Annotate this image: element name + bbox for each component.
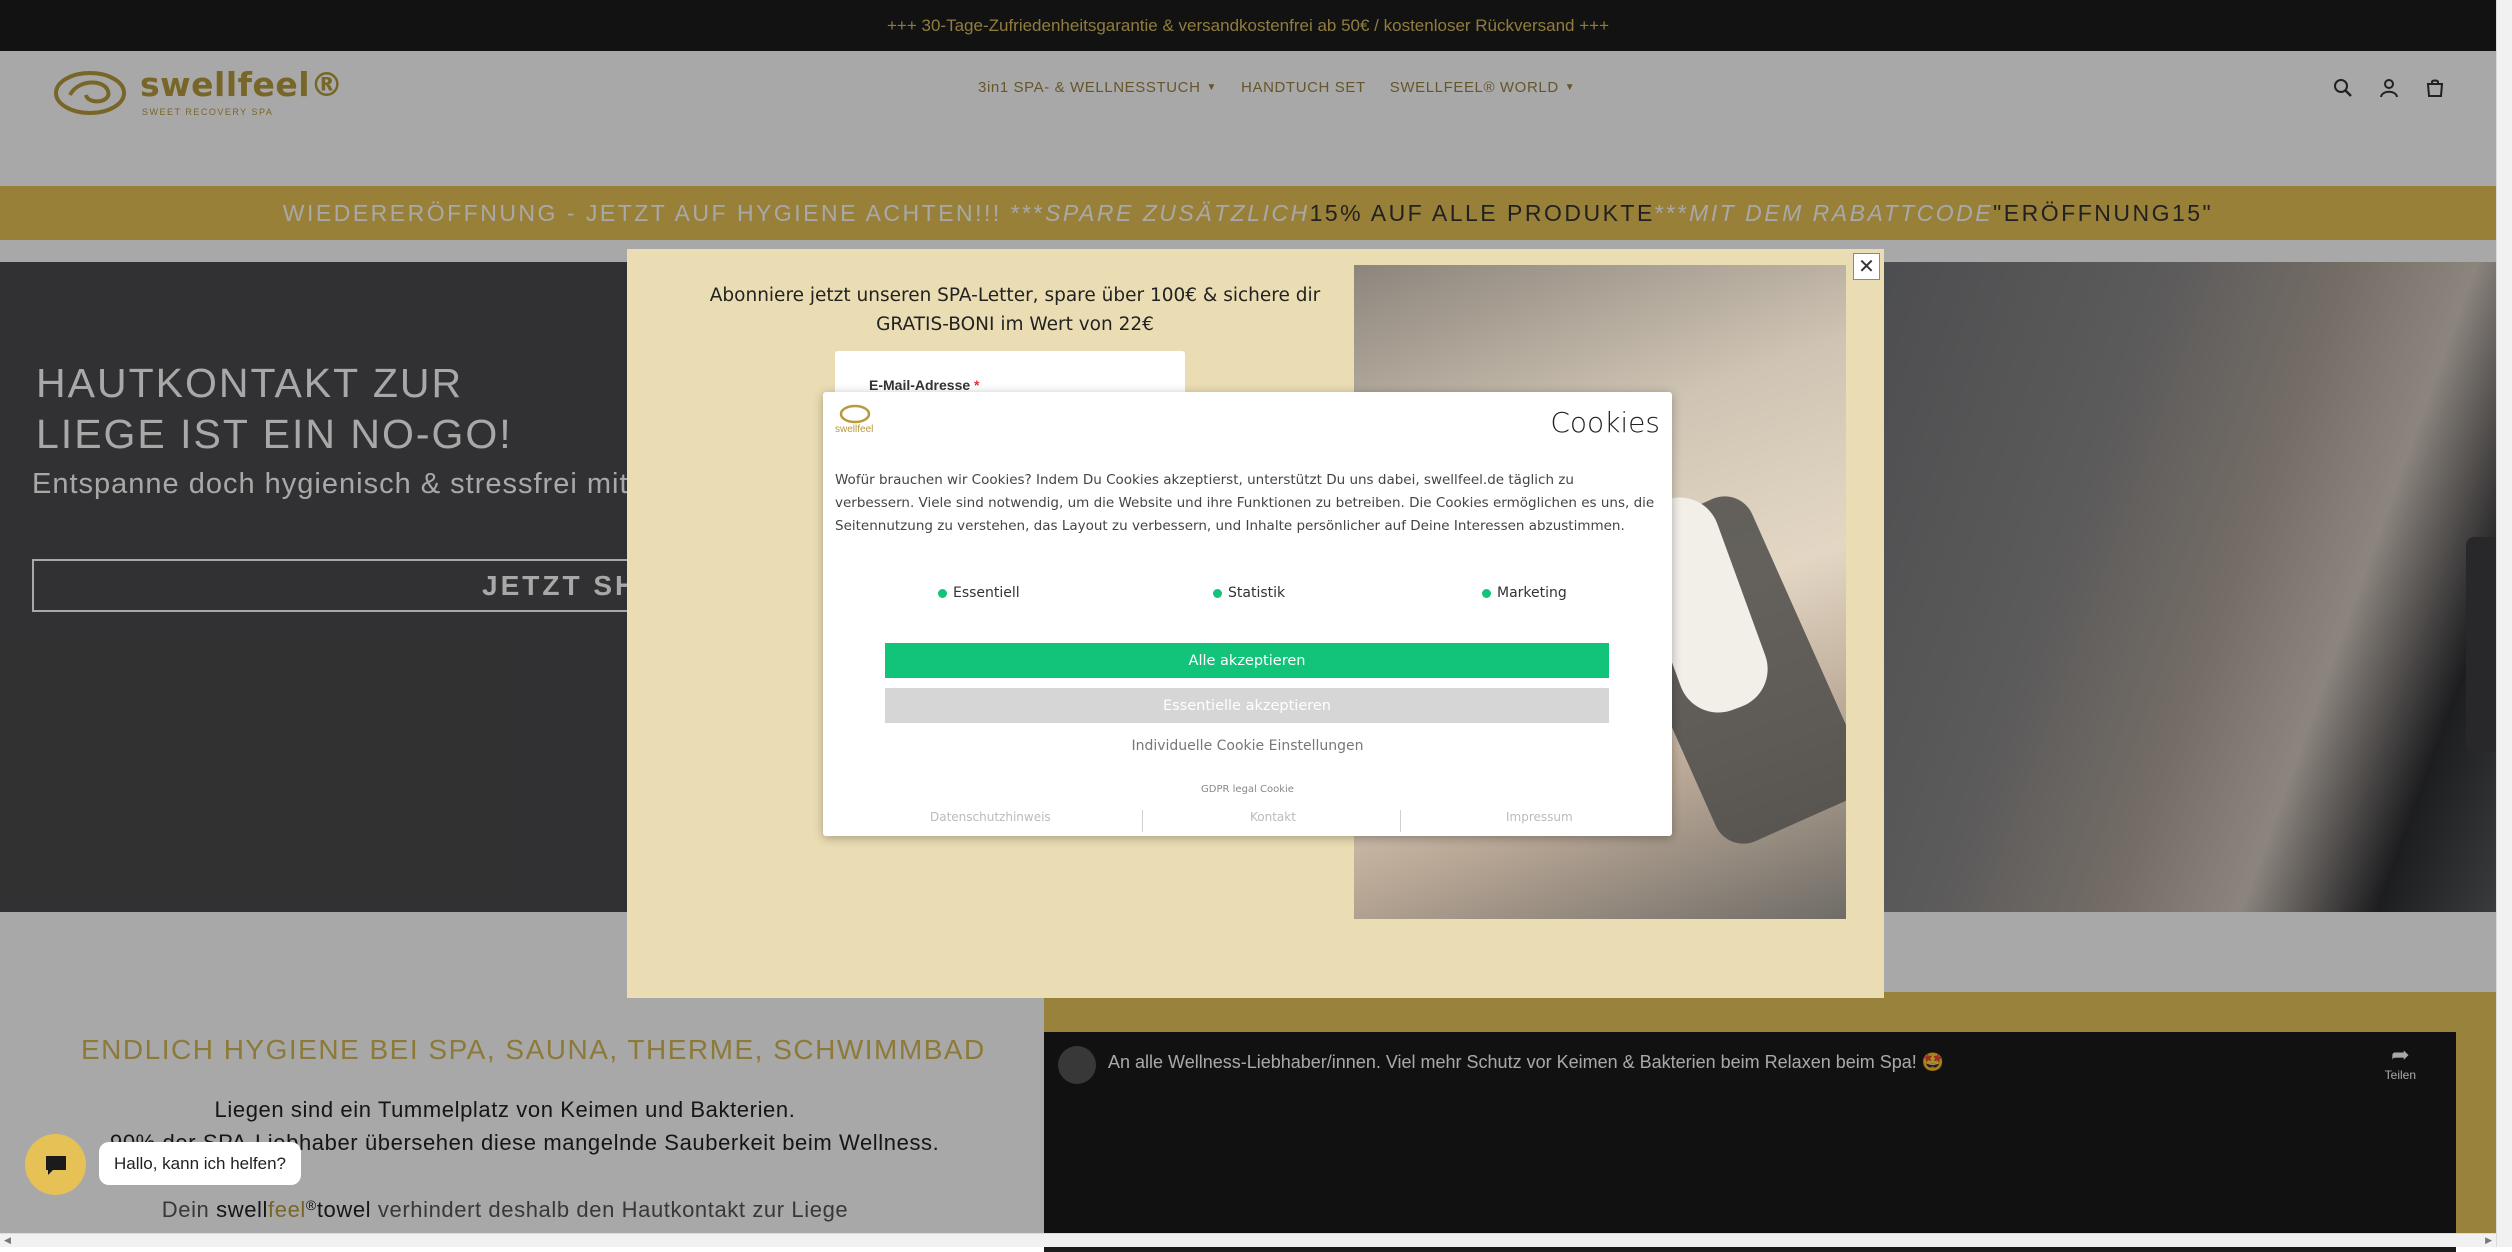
cookie-categories: Essentiell Statistik Marketing [823,585,1672,609]
contact-link[interactable]: Kontakt [1250,810,1296,824]
accept-essential-button[interactable]: Essentielle akzeptieren [885,688,1609,723]
newsletter-text: Abonniere jetzt unseren SPA-Letter, spar… [709,285,1321,335]
cookie-title: Cookies [1550,406,1660,439]
swirl-logo-icon: swellfeel [835,404,873,435]
close-icon[interactable]: ✕ [1853,253,1880,280]
status-dot [1213,588,1222,598]
individual-settings-link[interactable]: Individuelle Cookie Einstellungen [823,738,1672,754]
chat-bubble[interactable]: Hallo, kann ich helfen? [99,1142,302,1185]
category-essential[interactable]: Essentiell [938,585,1020,601]
chat-icon [45,1155,66,1175]
vertical-scrollbar[interactable] [2496,0,2512,1247]
divider [1400,810,1401,832]
status-dot [1482,588,1491,598]
chat-button[interactable] [25,1134,86,1195]
required-mark: * [974,377,980,393]
accept-all-button[interactable]: Alle akzeptieren [885,643,1609,678]
gdpr-label: GDPR legal Cookie [1201,784,1294,795]
cookie-description: Wofür brauchen wir Cookies? Indem Du Coo… [835,472,1655,534]
category-marketing[interactable]: Marketing [1482,585,1567,601]
category-label: Essentiell [953,585,1020,601]
category-statistics[interactable]: Statistik [1213,585,1285,601]
privacy-link[interactable]: Datenschutzhinweis [930,810,1051,824]
horizontal-scrollbar[interactable]: ◀ ▶ [0,1233,2496,1247]
scroll-left-icon[interactable]: ◀ [4,1235,11,1246]
cookie-logo: swellfeel [833,400,885,436]
category-label: Statistik [1228,585,1286,601]
email-label: E-Mail-Adresse * [869,377,980,393]
status-dot [938,588,947,598]
email-label-text: E-Mail-Adresse [869,377,971,393]
divider [1142,810,1143,832]
cookie-logo-text: swellfeel [835,424,873,435]
imprint-link[interactable]: Impressum [1506,810,1573,824]
scroll-right-icon[interactable]: ▶ [2485,1235,2492,1246]
category-label: Marketing [1497,585,1567,601]
cookie-dialog: swellfeel Cookies Wofür brauchen wir Coo… [823,392,1672,836]
cookie-footer-links: Datenschutzhinweis Kontakt Impressum [823,810,1672,832]
